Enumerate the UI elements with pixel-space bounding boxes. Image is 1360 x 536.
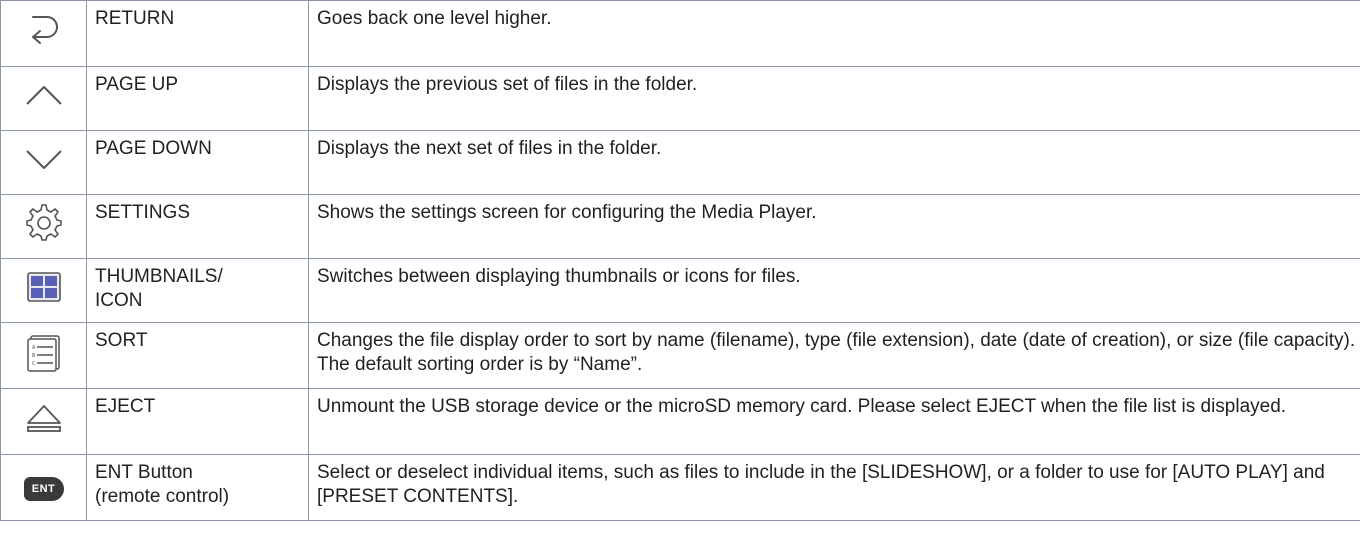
chevron-up-icon	[23, 74, 65, 116]
thumbnails-grid-icon	[23, 266, 65, 308]
table-row: THUMBNAILS/ ICON Switches between displa…	[0, 258, 1360, 323]
table-row: SETTINGS Shows the settings screen for c…	[0, 194, 1360, 259]
row-name: ENT Button (remote control)	[95, 462, 230, 507]
sort-list-icon: A B C	[23, 331, 65, 373]
row-description: Shows the settings screen for configurin…	[317, 202, 817, 223]
chevron-down-icon	[23, 138, 65, 180]
row-name: PAGE DOWN	[95, 138, 212, 159]
row-description: Switches between displaying thumbnails o…	[317, 266, 801, 287]
gear-icon	[23, 202, 65, 244]
row-name: SORT	[95, 330, 148, 351]
table-row: EJECT Unmount the USB storage device or …	[0, 388, 1360, 455]
svg-text:B: B	[32, 353, 36, 359]
table-row: PAGE UP Displays the previous set of fil…	[0, 66, 1360, 131]
return-icon	[23, 9, 65, 51]
row-name: RETURN	[95, 8, 175, 29]
button-reference-table: RETURN Goes back one level higher. PAGE …	[0, 0, 1360, 521]
table-row: A B C SORT Changes the file display orde…	[0, 322, 1360, 389]
table-row: PAGE DOWN Displays the next set of files…	[0, 130, 1360, 195]
table-row: ENT ENT Button (remote control) Select o…	[0, 454, 1360, 521]
row-name: PAGE UP	[95, 74, 179, 95]
row-description: Goes back one level higher.	[317, 8, 552, 29]
row-description: Displays the previous set of files in th…	[317, 74, 698, 95]
svg-text:A: A	[32, 345, 36, 351]
svg-text:C: C	[32, 361, 36, 367]
row-description: Displays the next set of files in the fo…	[317, 138, 662, 159]
ent-button-icon: ENT	[23, 476, 64, 501]
table-row: RETURN Goes back one level higher.	[0, 0, 1360, 67]
row-name: EJECT	[95, 396, 156, 417]
row-description: Changes the file display order to sort b…	[317, 330, 1356, 375]
eject-icon	[23, 397, 65, 439]
row-description: Select or deselect individual items, suc…	[317, 462, 1325, 507]
row-description: Unmount the USB storage device or the mi…	[317, 396, 1287, 417]
row-name: THUMBNAILS/ ICON	[95, 266, 223, 311]
row-name: SETTINGS	[95, 202, 191, 223]
